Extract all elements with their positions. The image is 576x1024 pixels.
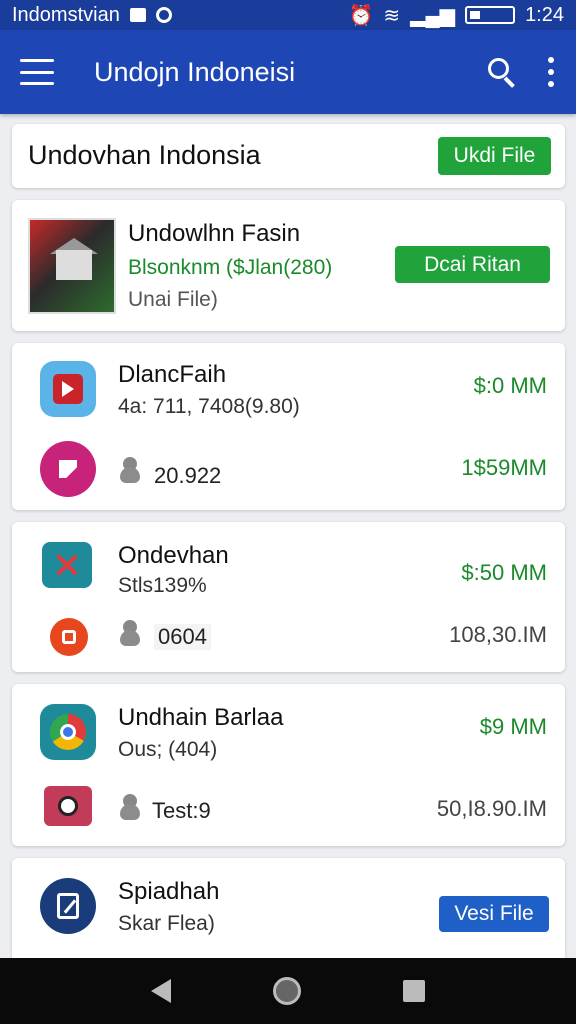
signal-icon: ▂▄▆: [410, 4, 456, 27]
file-size: 108,30.IM: [449, 622, 547, 647]
app-subtitle: Ous; (404): [118, 738, 218, 761]
upload-file-button[interactable]: Ukdi File: [438, 137, 551, 175]
notification-icon: [129, 8, 146, 22]
header-card: Undovhan Indonsia Ukdi File: [12, 124, 565, 188]
app-card[interactable]: Undhain Barlaa Ous; (404) $9 MM Test:9 5…: [12, 684, 565, 846]
download-button[interactable]: Dcai Ritan: [395, 246, 550, 283]
user-icon: [120, 620, 140, 646]
featured-thumbnail: [28, 218, 116, 314]
app-price: $:50 MM: [461, 560, 547, 585]
user-icon: [120, 794, 140, 820]
status-bar: Indomstvian ⏰ ≋ ▂▄▆ 1:24: [0, 0, 576, 30]
save-file-button[interactable]: Vesi File: [439, 896, 549, 932]
app-price: $:0 MM: [473, 373, 547, 398]
back-icon[interactable]: [151, 979, 171, 1003]
featured-name: Undowlhn Fasin: [128, 220, 301, 247]
file-size: 50,I8.90.IM: [436, 796, 547, 821]
menu-icon[interactable]: [20, 59, 54, 85]
edit-app-icon: [40, 878, 96, 934]
app-subtitle: 4a: 711, 7408(9.80): [118, 395, 300, 418]
app-card[interactable]: DlancFaih 4a: 711, 7408(9.80) $:0 MM 20.…: [12, 343, 565, 510]
app-bar: Undojn Indoneisi: [0, 30, 576, 114]
app-subtitle: Stls139%: [118, 574, 207, 597]
download-count: Test:9: [152, 798, 211, 823]
app-name: DlancFaih: [118, 361, 227, 388]
app-title: Undojn Indoneisi: [94, 56, 296, 87]
clock: 1:24: [525, 3, 564, 26]
stop-app-icon: [50, 618, 88, 656]
app-name: Ondevhan: [118, 542, 229, 569]
app-card[interactable]: Spiadhah Skar Flea) Vesi File: [12, 858, 565, 968]
home-icon[interactable]: [273, 977, 301, 1005]
system-nav-bar: [0, 958, 576, 1024]
file-size: 1$59MM: [461, 455, 547, 480]
video-app-icon: [40, 361, 96, 417]
app-subtitle: Skar Flea): [118, 912, 215, 935]
carrier-label: Indomstvian: [12, 3, 120, 26]
sync-icon: [155, 7, 172, 23]
search-icon[interactable]: [488, 58, 516, 88]
more-options-icon[interactable]: [546, 57, 556, 87]
user-icon: [120, 457, 140, 483]
chrome-app-icon: [40, 704, 96, 760]
download-count: 0604: [154, 624, 211, 650]
featured-price-line: Blsonknm ($Jlan(280): [128, 256, 333, 279]
alarm-icon: ⏰: [348, 4, 374, 27]
app-card[interactable]: Ondevhan Stls139% $:50 MM 0604 108,30.IM: [12, 522, 565, 672]
featured-card[interactable]: Undowlhn Fasin Blsonknm ($Jlan(280) Unai…: [12, 200, 565, 331]
section-title: Undovhan Indonsia: [28, 140, 261, 170]
play-app-icon: [40, 441, 96, 497]
featured-subtitle: Unai File): [128, 288, 218, 311]
briefcase-app-icon: [42, 542, 92, 588]
download-count: 20.922: [154, 463, 222, 488]
wifi-icon: ≋: [383, 4, 401, 27]
magnifier-app-icon: [44, 786, 92, 826]
app-name: Undhain Barlaa: [118, 704, 284, 731]
recent-apps-icon[interactable]: [403, 980, 425, 1002]
app-name: Spiadhah: [118, 878, 220, 905]
app-price: $9 MM: [479, 714, 547, 739]
battery-icon: [465, 6, 516, 24]
